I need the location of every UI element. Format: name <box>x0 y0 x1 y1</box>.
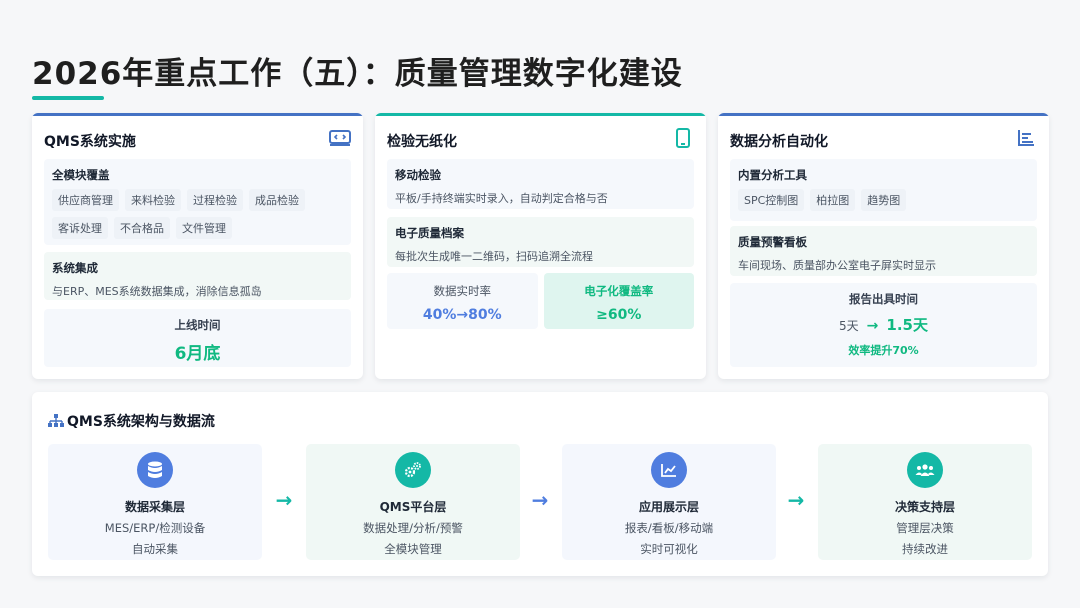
module-tag: 文件管理 <box>176 217 232 239</box>
board-title: 质量预警看板 <box>738 235 807 249</box>
card-top-bar <box>718 113 1049 116</box>
coverage-section: 全模块覆盖 供应商管理 来料检验 过程检验 成品检验 客诉处理 不合格品 文件管… <box>44 159 351 245</box>
report-gain: 效率提升70% <box>848 344 919 357</box>
line-chart-icon <box>651 452 687 488</box>
integration-title: 系统集成 <box>52 261 98 275</box>
tool-tag: SPC控制图 <box>738 189 805 211</box>
report-section: 报告出具时间 5天 → 1.5天 效率提升70% <box>730 283 1037 367</box>
realtime-metric: 数据实时率 40%→80% <box>387 273 538 329</box>
report-from: 5天 <box>839 319 859 333</box>
bar-chart-icon <box>1015 127 1037 149</box>
card-paperless: 检验无纸化 移动检验 平板/手持终端实时录入，自动判定合格与否 电子质量档案 每… <box>375 113 706 379</box>
card-analytics: 数据分析自动化 内置分析工具 SPC控制图 柏拉图 趋势图 质量预警看板 车间现… <box>718 113 1049 379</box>
launch-section: 上线时间 6月底 <box>44 309 351 367</box>
mobile-title: 移动检验 <box>395 168 441 182</box>
board-text: 车间现场、质量部办公室电子屏实时显示 <box>738 259 936 272</box>
flow-arrow: → <box>531 488 549 512</box>
mobile-section: 移动检验 平板/手持终端实时录入，自动判定合格与否 <box>387 159 694 209</box>
board-section: 质量预警看板 车间现场、质量部办公室电子屏实时显示 <box>730 226 1037 276</box>
report-change: 5天 → 1.5天 <box>738 314 1029 335</box>
report-arrow: → <box>866 318 879 334</box>
tool-tag: 柏拉图 <box>810 189 856 211</box>
integration-text: 与ERP、MES系统数据集成，消除信息孤岛 <box>52 285 262 298</box>
architecture-panel: QMS系统架构与数据流 数据采集层 MES/ERP/检测设备 自动采集 → QM… <box>32 392 1048 576</box>
coverage-title: 全模块覆盖 <box>52 168 110 182</box>
users-icon <box>907 452 943 488</box>
layer-line: 全模块管理 <box>384 542 442 556</box>
launch-label: 上线时间 <box>174 318 221 332</box>
card-title: 检验无纸化 <box>387 134 457 150</box>
layer-line: 自动采集 <box>132 542 178 556</box>
page-title: 2026年重点工作（五）：质量管理数字化建设 <box>32 56 683 92</box>
layer-title: QMS平台层 <box>379 500 447 514</box>
module-tags: 供应商管理 来料检验 过程检验 成品检验 客诉处理 不合格品 文件管理 <box>52 189 343 239</box>
architecture-title-text: QMS系统架构与数据流 <box>67 414 215 430</box>
card-qms: QMS系统实施 全模块覆盖 供应商管理 来料检验 过程检验 成品检验 客诉处理 … <box>32 113 363 379</box>
module-tag: 成品检验 <box>249 189 305 211</box>
layer-title: 数据采集层 <box>124 500 185 514</box>
report-to: 1.5天 <box>886 316 928 334</box>
report-label: 报告出具时间 <box>849 292 918 306</box>
module-tag: 过程检验 <box>187 189 243 211</box>
archive-title: 电子质量档案 <box>395 226 464 240</box>
card-title: 数据分析自动化 <box>730 134 828 150</box>
coverage-label: 电子化覆盖率 <box>584 284 654 298</box>
tools-section: 内置分析工具 SPC控制图 柏拉图 趋势图 <box>730 159 1037 221</box>
layer-line: 报表/看板/移动端 <box>624 521 714 535</box>
flow-arrow: → <box>275 488 293 512</box>
module-tag: 来料检验 <box>125 189 181 211</box>
realtime-value: 40%→80% <box>422 307 502 323</box>
layer-line: MES/ERP/检测设备 <box>104 521 206 535</box>
layer-data-collection: 数据采集层 MES/ERP/检测设备 自动采集 <box>48 444 262 560</box>
layer-decision-support: 决策支持层 管理层决策 持续改进 <box>818 444 1032 560</box>
tablet-icon <box>672 127 694 149</box>
realtime-label: 数据实时率 <box>433 284 492 298</box>
flow-arrow: → <box>787 488 805 512</box>
coverage-value: ≥60% <box>596 307 642 323</box>
architecture-title: QMS系统架构与数据流 <box>48 411 215 431</box>
layer-qms-platform: QMS平台层 数据处理/分析/预警 全模块管理 <box>306 444 520 560</box>
code-window-icon <box>329 127 351 149</box>
archive-section: 电子质量档案 每批次生成唯一二维码，扫码追溯全流程 <box>387 217 694 267</box>
layer-title: 应用展示层 <box>638 500 699 514</box>
gears-icon <box>395 452 431 488</box>
module-tag: 客诉处理 <box>52 217 108 239</box>
title-underline <box>32 96 104 100</box>
tools-title: 内置分析工具 <box>738 168 807 182</box>
archive-text: 每批次生成唯一二维码，扫码追溯全流程 <box>395 250 593 263</box>
layer-presentation: 应用展示层 报表/看板/移动端 实时可视化 <box>562 444 776 560</box>
integration-section: 系统集成 与ERP、MES系统数据集成，消除信息孤岛 <box>44 252 351 300</box>
layer-line: 持续改进 <box>902 542 948 556</box>
module-tag: 不合格品 <box>114 217 170 239</box>
paperless-metrics: 数据实时率 40%→80% 电子化覆盖率 ≥60% <box>387 273 694 329</box>
layer-line: 实时可视化 <box>640 542 698 556</box>
card-top-bar <box>375 113 706 116</box>
mobile-text: 平板/手持终端实时录入，自动判定合格与否 <box>395 192 608 205</box>
card-top-bar <box>32 113 363 116</box>
tool-tag: 趋势图 <box>861 189 907 211</box>
launch-value: 6月底 <box>174 344 221 364</box>
layer-title: 决策支持层 <box>894 500 955 514</box>
tool-tags: SPC控制图 柏拉图 趋势图 <box>738 189 1029 211</box>
coverage-metric: 电子化覆盖率 ≥60% <box>543 273 694 329</box>
card-title: QMS系统实施 <box>44 134 136 150</box>
sitemap-icon <box>48 414 64 428</box>
database-icon <box>137 452 173 488</box>
layer-line: 数据处理/分析/预警 <box>363 521 463 535</box>
module-tag: 供应商管理 <box>52 189 119 211</box>
layer-line: 管理层决策 <box>896 521 954 535</box>
